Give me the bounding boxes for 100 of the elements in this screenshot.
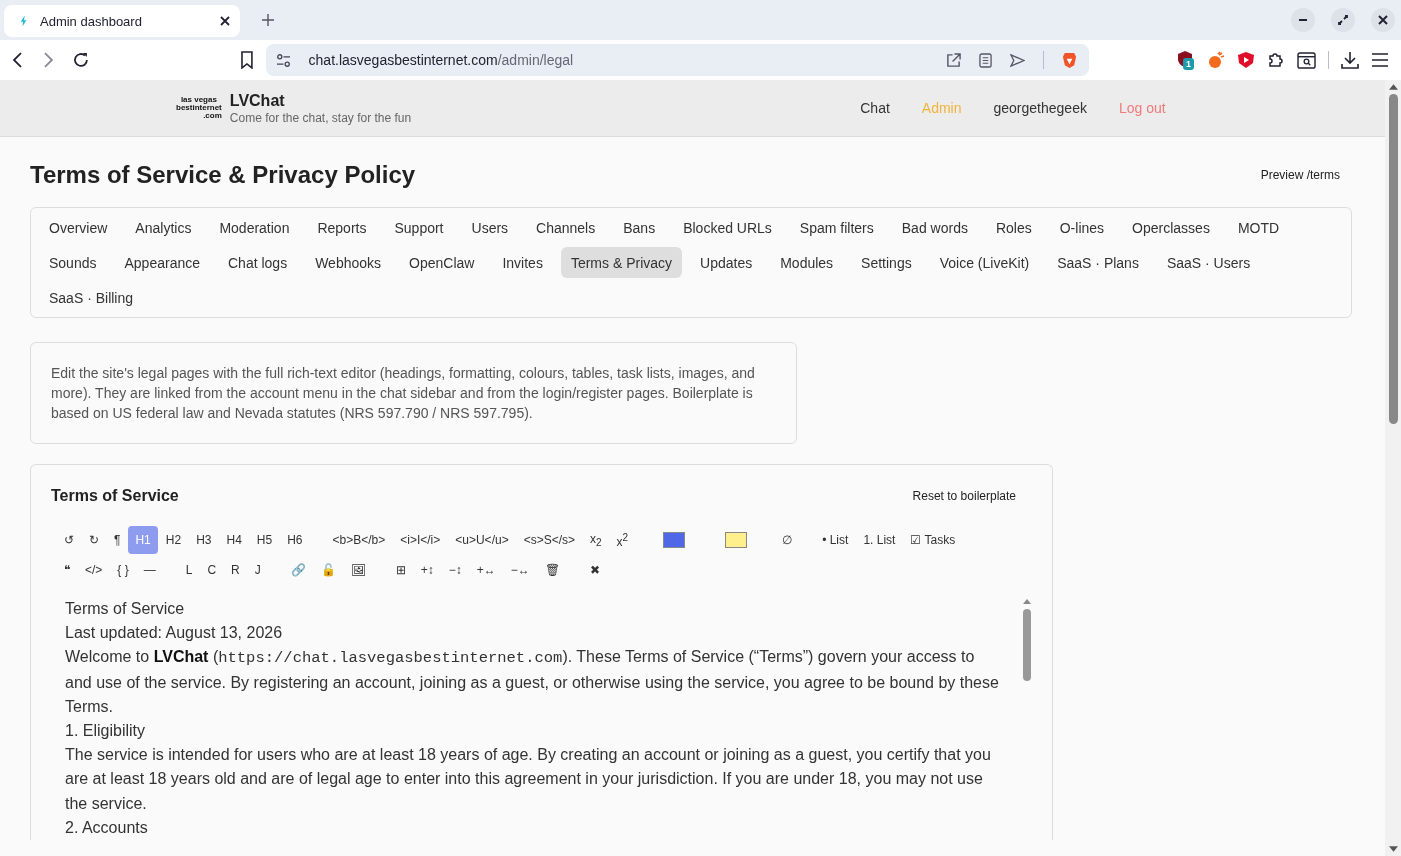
admin-tab[interactable]: Modules (770, 247, 844, 278)
admin-tab[interactable]: Operclasses (1122, 212, 1220, 243)
toolbar-button[interactable]: −↔ (503, 556, 537, 584)
minimize-icon[interactable] (1291, 8, 1315, 32)
admin-tab[interactable]: Bad words (891, 212, 978, 243)
address-bar[interactable]: chat.lasvegasbestinternet.com/admin/legal (265, 44, 1089, 76)
admin-tab[interactable]: O-lines (1049, 212, 1115, 243)
toolbar-button[interactable]: +↔ (469, 556, 503, 584)
scroll-up-icon[interactable] (1023, 599, 1031, 604)
toolbar-button[interactable]: H5 (249, 526, 280, 554)
toolbar-button[interactable]: H4 (219, 526, 249, 554)
toolbar-button[interactable]: 🖼 (343, 556, 373, 584)
toolbar-button[interactable]: ✖ (582, 556, 607, 584)
toolbar-button[interactable]: x$^{2}$ (609, 526, 636, 554)
new-tab-icon[interactable] (262, 14, 274, 26)
reload-icon[interactable] (71, 51, 90, 69)
toolbar-button[interactable]: R (224, 556, 247, 584)
admin-tab[interactable]: OpenClaw (399, 247, 485, 278)
window-search-icon[interactable] (1297, 51, 1316, 69)
toolbar-button[interactable]: <u>U</u> (448, 526, 516, 554)
puzzle-icon[interactable] (1267, 51, 1285, 69)
toolbar-button[interactable]: { } (110, 556, 136, 584)
admin-tab[interactable]: Terms & Privacy (560, 247, 683, 278)
toolbar-button[interactable]: H6 (280, 526, 310, 554)
toolbar-button[interactable]: 🗑 (537, 556, 567, 584)
maximize-icon[interactable] (1331, 8, 1355, 32)
preview-link[interactable]: Preview /terms (1260, 168, 1340, 182)
close-icon[interactable] (220, 16, 230, 26)
external-link-icon[interactable] (946, 52, 961, 68)
admin-tab[interactable]: Invites (492, 247, 553, 278)
admin-tab[interactable]: Support (384, 212, 454, 243)
admin-tab[interactable]: Reports (307, 212, 377, 243)
admin-tab[interactable]: SaaS · Users (1156, 247, 1261, 278)
color-swatch[interactable] (663, 532, 686, 548)
nav-link[interactable]: Chat (860, 100, 890, 116)
admin-tab[interactable]: Channels (526, 212, 606, 243)
sliders-icon (275, 53, 291, 67)
toolbar-button[interactable]: C (200, 556, 224, 584)
download-icon[interactable] (1341, 51, 1359, 69)
admin-tab[interactable]: Voice (LiveKit) (929, 247, 1040, 278)
admin-tab[interactable]: Roles (985, 212, 1042, 243)
admin-tab[interactable]: Analytics (125, 212, 202, 243)
scroll-down-icon[interactable] (1388, 846, 1398, 852)
toolbar-button[interactable]: — (136, 556, 163, 584)
admin-tab[interactable]: Overview (39, 212, 118, 243)
toolbar-button[interactable]: H3 (189, 526, 219, 554)
admin-tab[interactable]: Updates (690, 247, 763, 278)
reset-button[interactable]: Reset to boilerplate (906, 488, 1022, 504)
admin-tab[interactable]: Users (461, 212, 519, 243)
toolbar-button[interactable]: +↕ (413, 556, 441, 584)
toolbar-button[interactable]: ❝ (57, 556, 77, 584)
page-title: Terms of Service & Privacy Policy (30, 161, 416, 189)
admin-tab[interactable]: Settings (851, 247, 922, 278)
admin-tab[interactable]: Sounds (39, 247, 107, 278)
bookmark-icon[interactable] (239, 51, 254, 69)
toolbar-button[interactable]: <i>I</i> (393, 526, 448, 554)
page-scrollbar[interactable] (1385, 80, 1401, 856)
toolbar-button[interactable]: ☑ Tasks (903, 526, 963, 554)
admin-tab[interactable]: Chat logs (218, 247, 298, 278)
toolbar-button[interactable]: J (247, 556, 268, 584)
reader-icon[interactable] (979, 52, 992, 68)
toolbar-button[interactable]: </> (78, 556, 110, 584)
menu-icon[interactable] (1371, 52, 1389, 68)
toolbar-button[interactable]: L (178, 556, 200, 584)
admin-tab[interactable]: MOTD (1227, 212, 1290, 243)
back-icon[interactable] (12, 52, 24, 68)
scroll-up-icon[interactable] (1388, 84, 1398, 90)
browser-tab[interactable]: Admin dashboard (4, 5, 240, 37)
toolbar-button[interactable]: ⊞ (388, 556, 413, 584)
scroll-thumb[interactable] (1023, 609, 1031, 681)
admin-tab[interactable]: Blocked URLs (673, 212, 782, 243)
scroll-thumb[interactable] (1388, 94, 1398, 424)
toolbar-button[interactable]: ↺ (57, 526, 81, 554)
toolbar-button[interactable]: <s>S</s> (516, 526, 583, 554)
toolbar-button[interactable]: −↕ (441, 556, 469, 584)
toolbar-button[interactable]: • List (815, 526, 856, 554)
admin-tab[interactable]: SaaS · Plans (1047, 247, 1149, 278)
play-shield-icon[interactable] (1237, 51, 1255, 69)
toolbar-button[interactable]: ↻ (82, 526, 106, 554)
color-swatch[interactable] (725, 532, 748, 548)
nav-link[interactable]: georgethegeek (993, 100, 1087, 116)
admin-tab[interactable]: Moderation (209, 212, 300, 243)
extension-badge: 1 (1183, 58, 1195, 70)
toolbar-button[interactable]: <b>B</b> (325, 526, 393, 554)
toolbar-button[interactable]: 🔗 (283, 556, 313, 584)
document-paragraph: Last updated: August 13, 2026 (65, 623, 284, 644)
toolbar-button[interactable]: ∅ (775, 526, 800, 554)
toolbar-button[interactable]: H2 (158, 526, 189, 554)
send-icon[interactable] (1010, 53, 1025, 67)
admin-tab[interactable]: Webhooks (305, 247, 392, 278)
admin-tab[interactable]: Bans (613, 212, 666, 243)
close-icon[interactable] (1371, 8, 1395, 32)
admin-tab[interactable]: Appearance (114, 247, 210, 278)
info-text: Edit the site's legal pages with the full rich-text editor (headings, formatting, colours, tables, task lists, images, and more). They are linked from the account menu in the chat sidebar and from the login/register pages. Boilerplate is based on US federal law and Nevada statutes (NRS 597.790 / NRS 597.795). (51, 364, 756, 423)
toolbar-button[interactable]: ¶ (107, 526, 128, 554)
logo[interactable]: las vegas bestinternet .com (176, 96, 222, 120)
admin-tab[interactable]: SaaS · Billing (39, 282, 144, 313)
admin-tab[interactable]: Spam filters (789, 212, 884, 243)
toolbar-button[interactable]: x$_{2}$ (583, 526, 609, 554)
toolbar-button[interactable]: 1. List (856, 526, 903, 554)
